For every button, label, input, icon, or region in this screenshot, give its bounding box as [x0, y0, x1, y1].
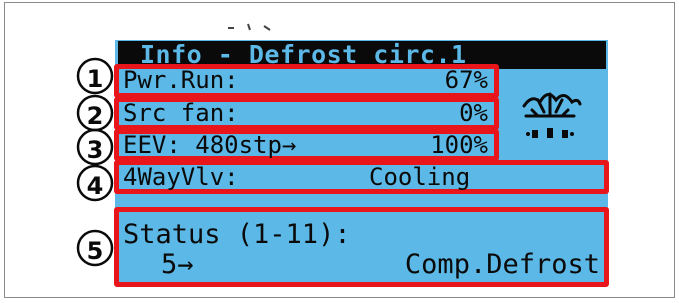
- row-value: Cooling: [369, 163, 471, 191]
- row-label: EEV: 480stp→: [123, 131, 297, 159]
- row-four-way-valve: 4WayVlv: Cooling: [114, 160, 609, 194]
- status-text: Comp.Defrost: [404, 249, 600, 280]
- callout-number: 2: [86, 102, 104, 130]
- callout-5: 5: [75, 228, 115, 268]
- callout-number: 4: [86, 172, 104, 200]
- callout-4: 4: [75, 163, 115, 203]
- row-label: Src fan:: [123, 99, 239, 127]
- status-label: Status (1-11):: [123, 219, 351, 250]
- callout-3: 3: [75, 127, 115, 167]
- row-source-fan: Src fan: 0%: [114, 97, 499, 130]
- callout-number: 5: [86, 237, 104, 265]
- snowflake-defrost-icon: [522, 92, 582, 138]
- row-value: 100%: [430, 131, 488, 159]
- callout-1: 1: [75, 56, 115, 96]
- row-eev: EEV: 480stp→ 100%: [114, 129, 499, 161]
- row-label: 4WayVlv:: [123, 163, 239, 191]
- status-code: 5→: [161, 249, 194, 280]
- row-value: 67%: [444, 66, 488, 94]
- scratch-marks: [228, 23, 271, 31]
- row-status: Status (1-11): 5→ Comp.Defrost: [114, 207, 609, 287]
- callout-number: 1: [86, 65, 104, 93]
- row-value: 0%: [459, 99, 488, 127]
- row-power-run: Pwr.Run: 67%: [114, 64, 499, 98]
- callout-number: 3: [86, 136, 104, 164]
- row-label: Pwr.Run:: [123, 66, 239, 94]
